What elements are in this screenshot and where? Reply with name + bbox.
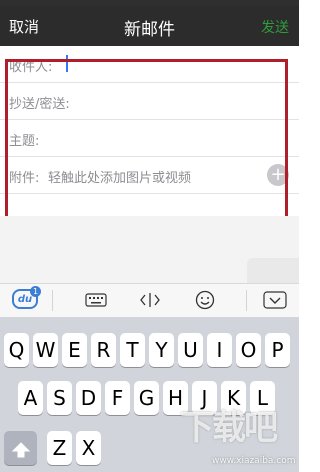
key-t[interactable]: T	[120, 333, 145, 367]
toolbar-divider	[246, 290, 247, 311]
key-q[interactable]: Q	[4, 333, 29, 367]
add-attachment-icon[interactable]: +	[267, 164, 289, 186]
hide-keyboard-icon[interactable]	[262, 289, 288, 311]
to-label: 收件人:	[9, 60, 53, 75]
keyboard-icon[interactable]	[84, 289, 108, 311]
key-x[interactable]: X	[76, 431, 101, 465]
key-s[interactable]: S	[47, 381, 72, 415]
key-g[interactable]: G	[134, 381, 159, 415]
attachment-label: 附件:	[9, 171, 40, 186]
key-u[interactable]: U	[178, 333, 203, 367]
key-a[interactable]: A	[18, 381, 43, 415]
notification-badge: 1	[30, 286, 41, 297]
key-w[interactable]: W	[33, 333, 58, 367]
watermark-logo: 下载吧	[180, 408, 278, 448]
send-button[interactable]: 发送	[261, 17, 289, 37]
text-cursor	[66, 55, 68, 72]
attachment-row[interactable]: 附件: 轻触此处添加图片或视频 +	[0, 157, 299, 194]
key-e[interactable]: E	[62, 333, 87, 367]
key-o[interactable]: O	[236, 333, 261, 367]
shift-key[interactable]	[4, 431, 37, 465]
toolbar-divider	[52, 290, 53, 311]
key-z[interactable]: Z	[47, 431, 72, 465]
to-field[interactable]: 收件人:	[0, 46, 299, 83]
key-p[interactable]: P	[265, 333, 290, 367]
cc-bcc-label: 抄送/密送:	[9, 97, 70, 112]
key-f[interactable]: F	[105, 381, 130, 415]
compose-form: 收件人: 抄送/密送: 主题: 附件: 轻触此处添加图片或视频 +	[0, 46, 299, 256]
subject-label: 主题:	[9, 134, 40, 149]
shift-arrow-icon	[11, 441, 30, 457]
subject-field[interactable]: 主题:	[0, 120, 299, 157]
key-d[interactable]: D	[76, 381, 101, 415]
cc-bcc-field[interactable]: 抄送/密送:	[0, 83, 299, 120]
key-i[interactable]: I	[207, 333, 232, 367]
cursor-move-icon[interactable]	[138, 289, 162, 311]
emoji-icon[interactable]	[193, 289, 217, 311]
watermark-url: www.xiazaiba.com	[212, 456, 296, 466]
gap-tab	[247, 258, 299, 283]
key-r[interactable]: R	[91, 333, 116, 367]
attachment-hint: 轻触此处添加图片或视频	[48, 171, 192, 186]
key-y[interactable]: Y	[149, 333, 174, 367]
nav-bar: 取消 新邮件 发送	[0, 6, 299, 46]
keyboard-toolbar: du 1	[0, 283, 299, 318]
page-title: 新邮件	[124, 20, 175, 40]
